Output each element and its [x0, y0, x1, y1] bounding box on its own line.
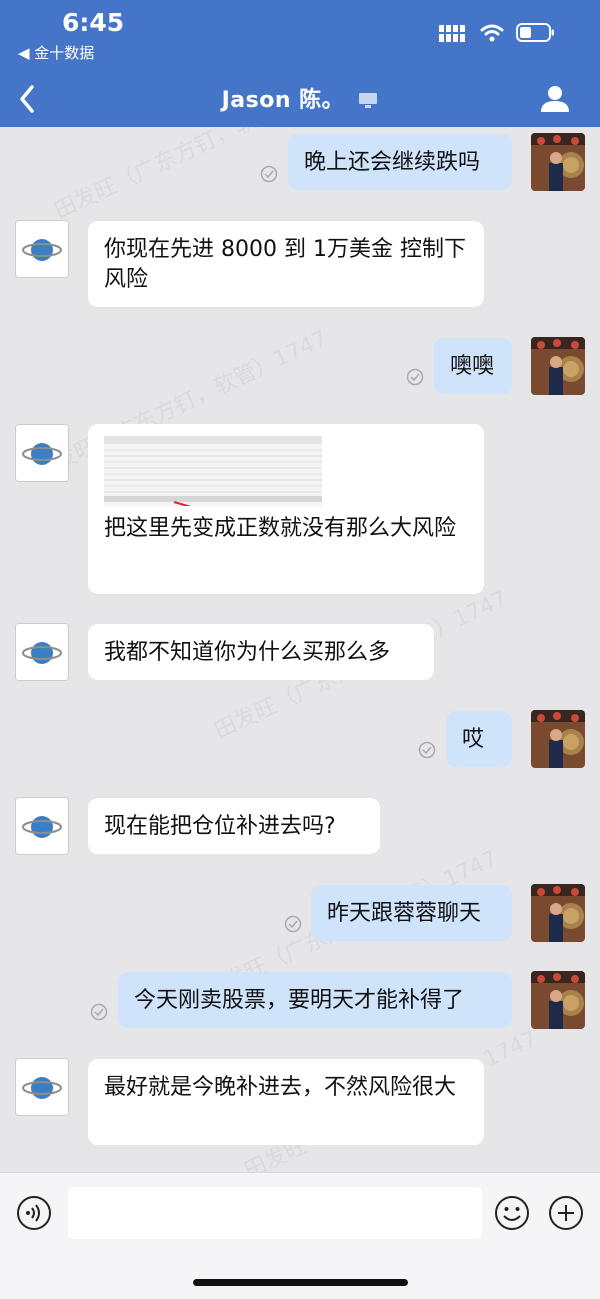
message-bubble-other[interactable]: 把这里先变成正数就没有那么大风险: [88, 424, 484, 594]
message-list[interactable]: 田发旺（广东方钉，软管）1747 田发旺（广东方钉，软管）1747 田发旺（广东…: [0, 127, 600, 1172]
back-to-app-link[interactable]: ◀ 金十数据: [18, 42, 94, 63]
read-receipt-icon: [260, 165, 278, 183]
message-text: 把这里先变成正数就没有那么大风险: [104, 516, 457, 541]
message-bubble-other[interactable]: 我都不知道你为什么买那么多: [88, 624, 434, 680]
contact-avatar[interactable]: [15, 424, 69, 482]
contact-avatar[interactable]: [15, 797, 69, 855]
chat-title-text: Jason 陈。: [221, 88, 345, 113]
read-receipt-icon: [406, 368, 424, 386]
voice-input-icon[interactable]: [16, 1195, 52, 1231]
read-receipt-icon: [284, 915, 302, 933]
message-bubble-self[interactable]: 今天刚卖股票，要明天才能补得了: [118, 972, 512, 1028]
message-bubble-other[interactable]: 你现在先进 8000 到 1万美金 控制下风险: [88, 221, 484, 307]
contact-avatar[interactable]: [15, 220, 69, 278]
battery-icon: [516, 23, 554, 42]
message-bubble-other[interactable]: 最好就是今晚补进去，不然风险很大: [88, 1059, 484, 1145]
user-avatar[interactable]: [531, 710, 585, 768]
status-time: 6:45: [62, 8, 125, 37]
trade-table-screenshot[interactable]: [104, 436, 322, 506]
message-bubble-self[interactable]: 昨天跟蓉蓉聊天: [311, 885, 512, 941]
message-bubble-other[interactable]: 现在能把仓位补进去吗?: [88, 798, 380, 854]
read-receipt-icon: [418, 741, 436, 759]
contact-profile-icon[interactable]: [540, 82, 570, 116]
plus-icon[interactable]: [548, 1195, 584, 1231]
message-bubble-self[interactable]: 噢噢: [434, 338, 512, 394]
wifi-icon: [480, 24, 504, 42]
pc-online-icon: [359, 93, 378, 108]
home-indicator: [193, 1279, 408, 1286]
user-avatar[interactable]: [531, 971, 585, 1029]
read-receipt-icon: [90, 1003, 108, 1021]
status-icons: [438, 22, 556, 44]
message-bubble-self[interactable]: 哎: [446, 711, 512, 767]
chat-header: 6:45 ◀ 金十数据 Jason 陈。: [0, 0, 600, 127]
user-avatar[interactable]: [531, 133, 585, 191]
contact-avatar[interactable]: [15, 623, 69, 681]
message-bubble-self[interactable]: 晚上还会继续跌吗: [288, 134, 512, 190]
contact-avatar[interactable]: [15, 1058, 69, 1116]
message-input[interactable]: [68, 1187, 482, 1239]
user-avatar[interactable]: [531, 337, 585, 395]
emoji-icon[interactable]: [494, 1195, 530, 1231]
cellular-signal-icon: [439, 25, 465, 42]
chat-title: Jason 陈。: [0, 82, 600, 114]
user-avatar[interactable]: [531, 884, 585, 942]
